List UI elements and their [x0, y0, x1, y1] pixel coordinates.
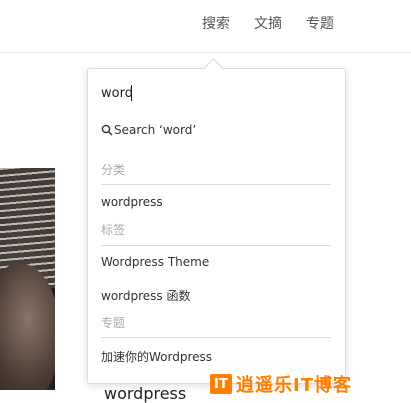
post-title[interactable]: wordpress [104, 384, 186, 403]
site-watermark: IT 逍遥乐IT博客 [210, 371, 352, 397]
post-thumbnail-image[interactable] [0, 168, 55, 390]
section-label-tags: 标签 [101, 223, 126, 237]
nav-item-digest[interactable]: 文摘 [254, 13, 282, 33]
divider [101, 245, 331, 246]
topic-item-speed-up-wordpress[interactable]: 加速你的Wordpress [101, 348, 212, 365]
search-input[interactable] [101, 83, 326, 103]
text-cursor [131, 85, 132, 101]
nav-item-topics[interactable]: 专题 [306, 13, 334, 33]
search-icon [101, 124, 113, 136]
section-label-category: 分类 [101, 163, 126, 177]
nav-item-search[interactable]: 搜索 [202, 13, 230, 33]
search-dropdown: Search ‘word’ 分类 wordpress 标签 Wordpress … [87, 68, 346, 384]
divider [101, 337, 331, 338]
divider [101, 184, 331, 185]
top-navigation: 搜索 文摘 专题 [0, 0, 411, 53]
search-suggestion[interactable]: Search ‘word’ [101, 123, 196, 137]
tag-item-wordpress-theme[interactable]: Wordpress Theme [101, 255, 209, 269]
category-item-wordpress[interactable]: wordpress [101, 195, 163, 209]
tag-item-wordpress-functions[interactable]: wordpress 函数 [101, 287, 191, 304]
search-suggestion-label: Search ‘word’ [114, 123, 197, 137]
image-person [0, 263, 55, 390]
section-label-topics: 专题 [101, 316, 126, 330]
watermark-logo-icon: IT [210, 374, 232, 394]
watermark-text: 逍遥乐IT博客 [236, 375, 352, 396]
